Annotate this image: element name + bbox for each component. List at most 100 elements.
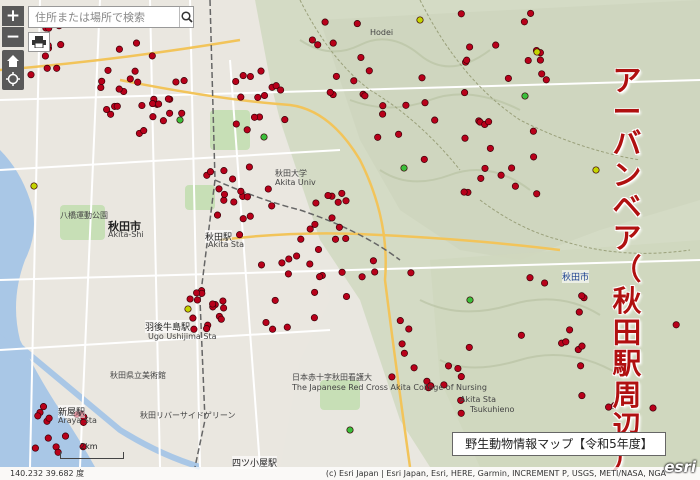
sighting-marker[interactable] bbox=[115, 45, 123, 53]
sighting-marker-green[interactable] bbox=[521, 92, 529, 100]
sighting-marker[interactable] bbox=[285, 255, 293, 263]
sighting-marker[interactable] bbox=[485, 118, 493, 126]
sighting-marker[interactable] bbox=[312, 199, 320, 207]
sighting-marker-green[interactable] bbox=[260, 133, 268, 141]
sighting-marker-yellow[interactable] bbox=[416, 16, 424, 24]
sighting-marker[interactable] bbox=[193, 296, 201, 304]
sighting-marker[interactable] bbox=[529, 127, 537, 135]
sighting-marker[interactable] bbox=[41, 52, 49, 60]
sighting-marker[interactable] bbox=[155, 100, 163, 108]
sighting-marker[interactable] bbox=[672, 321, 680, 329]
sighting-marker[interactable] bbox=[342, 292, 351, 301]
sighting-marker[interactable] bbox=[311, 220, 319, 228]
sighting-marker[interactable] bbox=[220, 190, 229, 198]
sighting-marker[interactable] bbox=[331, 235, 340, 243]
sighting-marker[interactable] bbox=[281, 116, 289, 124]
sighting-marker[interactable] bbox=[217, 315, 225, 323]
sighting-marker[interactable] bbox=[97, 83, 105, 92]
sighting-marker[interactable] bbox=[520, 18, 528, 26]
sighting-marker[interactable] bbox=[61, 432, 70, 440]
sighting-marker[interactable] bbox=[418, 74, 426, 82]
sighting-marker[interactable] bbox=[530, 153, 538, 161]
sighting-marker[interactable] bbox=[260, 91, 269, 100]
sighting-marker[interactable] bbox=[338, 189, 346, 197]
sighting-marker[interactable] bbox=[311, 288, 319, 296]
sighting-marker[interactable] bbox=[159, 117, 167, 125]
sighting-marker[interactable] bbox=[562, 338, 570, 346]
sighting-marker[interactable] bbox=[371, 268, 379, 276]
sighting-marker[interactable] bbox=[400, 349, 408, 357]
sighting-marker[interactable] bbox=[388, 373, 396, 381]
sighting-marker[interactable] bbox=[324, 191, 332, 200]
sighting-marker-green[interactable] bbox=[400, 164, 408, 172]
sighting-marker[interactable] bbox=[566, 326, 574, 334]
sighting-marker-yellow[interactable] bbox=[184, 305, 192, 313]
sighting-marker[interactable] bbox=[284, 270, 292, 278]
sighting-marker[interactable] bbox=[457, 373, 465, 381]
sighting-marker[interactable] bbox=[353, 20, 361, 28]
sighting-marker[interactable] bbox=[578, 392, 586, 400]
sighting-marker[interactable] bbox=[405, 325, 413, 333]
sighting-marker[interactable] bbox=[27, 71, 35, 79]
sighting-marker[interactable] bbox=[444, 362, 453, 370]
sighting-marker[interactable] bbox=[250, 113, 259, 121]
sighting-marker[interactable] bbox=[524, 56, 532, 65]
sighting-marker[interactable] bbox=[113, 102, 121, 110]
sighting-marker[interactable] bbox=[206, 168, 215, 176]
sighting-marker[interactable] bbox=[149, 100, 157, 108]
sighting-marker-yellow[interactable] bbox=[533, 48, 541, 56]
sighting-marker[interactable] bbox=[164, 95, 172, 103]
sighting-marker[interactable] bbox=[526, 274, 534, 282]
sighting-marker[interactable] bbox=[457, 10, 465, 18]
sighting-marker[interactable] bbox=[350, 77, 358, 85]
sighting-marker[interactable] bbox=[577, 362, 585, 370]
sighting-marker[interactable] bbox=[264, 185, 272, 193]
sighting-marker[interactable] bbox=[172, 78, 180, 86]
sighting-marker[interactable] bbox=[245, 163, 253, 171]
sighting-marker[interactable] bbox=[575, 308, 583, 316]
sighting-marker[interactable] bbox=[357, 53, 365, 62]
sighting-marker[interactable] bbox=[44, 434, 52, 442]
print-button[interactable] bbox=[28, 32, 50, 52]
sighting-marker[interactable] bbox=[504, 74, 512, 82]
sighting-marker[interactable] bbox=[257, 261, 266, 269]
sighting-marker[interactable] bbox=[243, 126, 251, 134]
sighting-marker[interactable] bbox=[308, 36, 316, 44]
sighting-marker[interactable] bbox=[407, 269, 415, 277]
sighting-marker[interactable] bbox=[329, 39, 337, 47]
sighting-marker[interactable] bbox=[527, 9, 535, 17]
sighting-marker[interactable] bbox=[186, 295, 194, 303]
sighting-marker-green[interactable] bbox=[466, 296, 474, 304]
sighting-marker[interactable] bbox=[466, 43, 474, 51]
sighting-marker[interactable] bbox=[342, 234, 350, 243]
sighting-marker[interactable] bbox=[460, 188, 468, 196]
sighting-marker[interactable] bbox=[132, 39, 141, 47]
sighting-marker[interactable] bbox=[45, 414, 53, 422]
sighting-marker[interactable] bbox=[431, 116, 439, 124]
sighting-marker[interactable] bbox=[396, 317, 404, 325]
sighting-marker[interactable] bbox=[229, 175, 237, 183]
sighting-marker[interactable] bbox=[246, 212, 254, 220]
sighting-marker[interactable] bbox=[358, 273, 366, 281]
sighting-marker[interactable] bbox=[314, 245, 323, 254]
sighting-marker[interactable] bbox=[149, 113, 157, 121]
sighting-marker[interactable] bbox=[542, 76, 550, 84]
sighting-marker[interactable] bbox=[220, 304, 228, 312]
sighting-marker[interactable] bbox=[180, 77, 188, 85]
sighting-marker[interactable] bbox=[457, 409, 465, 417]
sighting-marker[interactable] bbox=[374, 133, 382, 141]
sighting-marker[interactable] bbox=[166, 109, 174, 117]
sighting-marker-yellow[interactable] bbox=[30, 182, 38, 190]
sighting-marker[interactable] bbox=[134, 78, 142, 86]
sighting-marker[interactable] bbox=[578, 342, 586, 350]
sighting-marker[interactable] bbox=[254, 93, 262, 101]
sighting-marker[interactable] bbox=[342, 197, 350, 205]
sighting-marker[interactable] bbox=[232, 77, 240, 86]
sighting-marker[interactable] bbox=[115, 85, 123, 93]
sighting-marker[interactable] bbox=[316, 273, 324, 281]
sighting-marker[interactable] bbox=[578, 292, 586, 300]
sighting-marker[interactable] bbox=[332, 72, 340, 80]
sighting-marker[interactable] bbox=[57, 41, 65, 49]
sighting-marker[interactable] bbox=[138, 101, 146, 110]
sighting-marker[interactable] bbox=[326, 88, 334, 96]
